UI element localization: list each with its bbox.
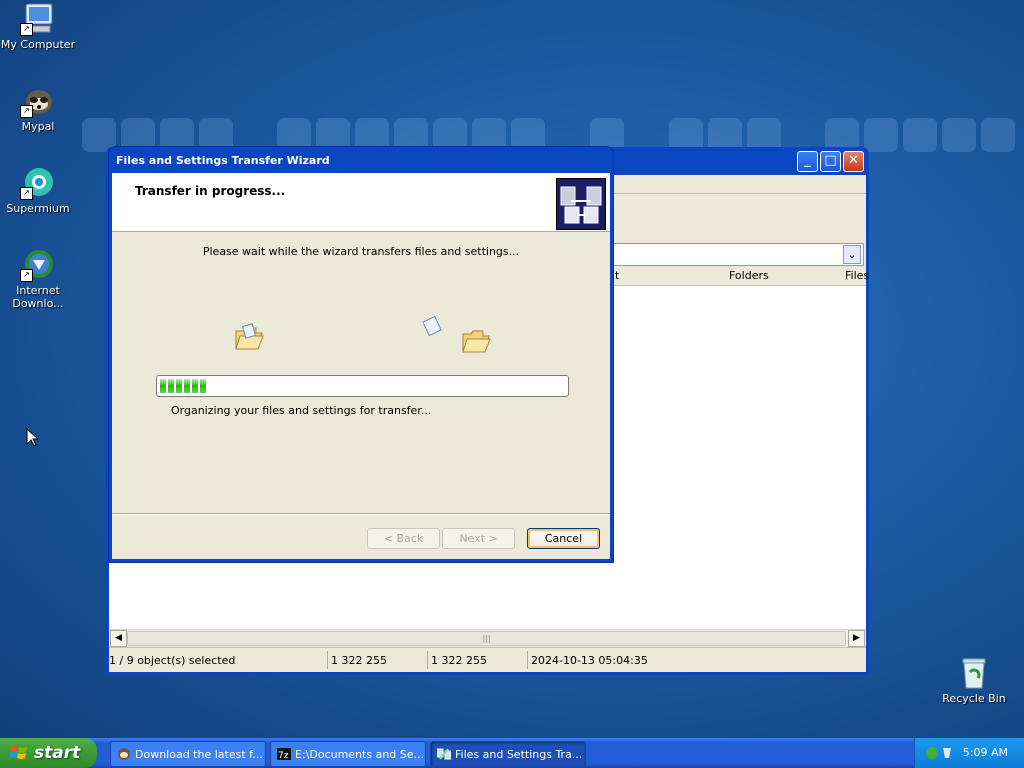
transfer-wizard-icon bbox=[556, 178, 606, 230]
source-folder-icon bbox=[234, 323, 264, 350]
wizard-header-title: Transfer in progress... bbox=[135, 184, 286, 198]
progress-segment bbox=[184, 379, 190, 393]
wizard-message: Please wait while the wizard transfers f… bbox=[202, 245, 520, 258]
start-label: start bbox=[34, 743, 81, 763]
start-button[interactable]: start bbox=[0, 738, 97, 768]
progress-fill bbox=[160, 379, 206, 393]
transfer-progress-bar bbox=[156, 375, 569, 397]
wizard-header: Transfer in progress... bbox=[112, 173, 610, 232]
7zip-icon: 7z bbox=[277, 747, 291, 761]
recycle-bin-icon bbox=[956, 656, 992, 690]
progress-segment bbox=[168, 379, 174, 393]
chevron-down-icon[interactable]: ⌄ bbox=[843, 245, 861, 264]
column-header-folders[interactable]: Folders bbox=[729, 269, 769, 282]
status-bar: 1 / 9 object(s) selected 1 322 255 1 322… bbox=[109, 647, 866, 672]
wizard-title-bar[interactable]: Files and Settings Transfer Wizard bbox=[109, 147, 613, 173]
scroll-right-arrow-icon[interactable]: ▶ bbox=[848, 630, 865, 647]
internet-download-manager-icon: ↗ bbox=[20, 248, 56, 282]
progress-status-text: Organizing your files and settings for t… bbox=[171, 404, 432, 417]
back-button[interactable]: < Back bbox=[367, 528, 440, 549]
transfer-wizard-dialog: Files and Settings Transfer Wizard Trans… bbox=[109, 147, 613, 562]
computer-icon: ↗ bbox=[20, 2, 56, 36]
progress-segment bbox=[176, 379, 182, 393]
status-selection: 1 / 9 object(s) selected bbox=[109, 654, 236, 667]
taskbar-item-label: E:\Documents and Se... bbox=[295, 748, 423, 761]
taskbar-item-browser[interactable]: Download the latest f... bbox=[110, 741, 266, 767]
mypal-raccoon-icon: ↗ bbox=[20, 84, 56, 118]
progress-segment bbox=[160, 379, 166, 393]
destination-folder-icon bbox=[461, 328, 491, 353]
desktop-icon-internet-download-manager[interactable]: ↗ Internet Downlo... bbox=[0, 248, 76, 310]
svg-text:7z: 7z bbox=[278, 751, 289, 761]
desktop-icon-recycle-bin[interactable]: Recycle Bin bbox=[936, 656, 1012, 705]
taskbar-item-transfer-wizard[interactable]: Files and Settings Tra... bbox=[430, 741, 586, 767]
supermium-browser-icon: ↗ bbox=[20, 166, 56, 200]
transfer-wizard-icon bbox=[436, 747, 452, 761]
wizard-title: Files and Settings Transfer Wizard bbox=[116, 154, 330, 167]
button-divider bbox=[112, 513, 610, 515]
cancel-button[interactable]: Cancel bbox=[527, 528, 600, 549]
desktop-icon-my-computer[interactable]: ↗ My Computer bbox=[0, 2, 76, 51]
system-tray: 5:09 AM bbox=[914, 738, 1024, 768]
close-button[interactable]: ✕ bbox=[843, 151, 864, 172]
windows-flag-icon bbox=[9, 745, 27, 761]
wizard-body: Transfer in progress... Please wait whil… bbox=[112, 173, 610, 559]
column-header-files[interactable]: Files bbox=[845, 269, 869, 282]
minimize-button[interactable]: _ bbox=[797, 151, 818, 172]
progress-segment bbox=[192, 379, 198, 393]
scroll-left-arrow-icon[interactable]: ◀ bbox=[110, 630, 127, 647]
mouse-pointer-icon bbox=[26, 427, 40, 450]
maximize-button[interactable]: □ bbox=[820, 151, 841, 172]
desktop-icon-mypal[interactable]: ↗ Mypal bbox=[0, 84, 76, 133]
status-size-2: 1 322 255 bbox=[431, 654, 487, 667]
desktop-icon-supermium[interactable]: ↗ Supermium bbox=[0, 166, 76, 215]
taskbar-item-label: Files and Settings Tra... bbox=[455, 748, 583, 761]
scrollbar-thumb[interactable]: ||| bbox=[127, 631, 846, 646]
horizontal-scrollbar[interactable]: ◀ ||| ▶ bbox=[109, 629, 866, 647]
raccoon-icon bbox=[117, 747, 131, 761]
status-modified: 2024-10-13 05:04:35 bbox=[531, 654, 648, 667]
status-size-1: 1 322 255 bbox=[331, 654, 387, 667]
progress-segment bbox=[200, 379, 206, 393]
taskbar-item-label: Download the latest f... bbox=[135, 748, 263, 761]
taskbar: start Download the latest f... 7z E:\Doc… bbox=[0, 738, 1024, 768]
taskbar-item-7zip[interactable]: 7z E:\Documents and Se... bbox=[270, 741, 426, 767]
column-header-partial[interactable]: t bbox=[615, 269, 619, 282]
next-button[interactable]: Next > bbox=[442, 528, 515, 549]
flying-document-icon bbox=[422, 315, 442, 337]
clock[interactable]: 5:09 AM bbox=[963, 746, 1008, 759]
network-tray-icon[interactable] bbox=[925, 745, 955, 764]
